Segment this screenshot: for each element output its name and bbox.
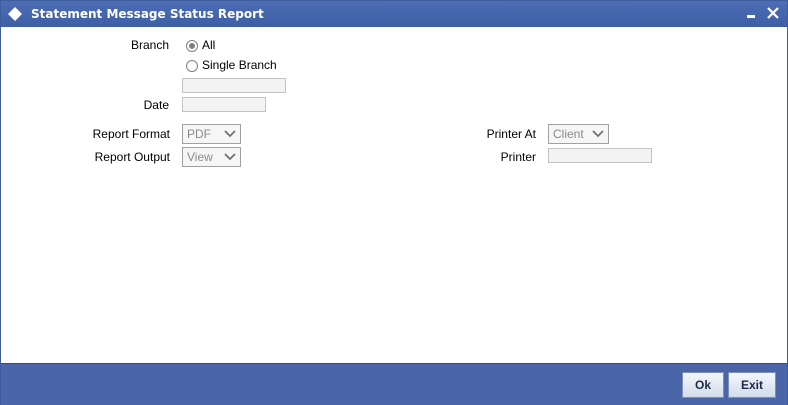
printer-at-label: Printer At (486, 127, 536, 141)
date-label: Date (143, 98, 169, 112)
printer-at-value: Client (553, 127, 584, 141)
branch-label: Branch (130, 38, 169, 52)
report-window: Statement Message Status Report Branch A… (0, 0, 788, 405)
chevron-down-icon (224, 153, 236, 161)
report-output-label: Report Output (94, 150, 170, 164)
report-output-value: View (187, 150, 213, 164)
chevron-down-icon (224, 130, 236, 138)
title-bar: Statement Message Status Report (1, 1, 787, 27)
printer-at-select[interactable]: Client (548, 124, 609, 144)
footer-bar: Ok Exit (1, 363, 787, 405)
ok-button[interactable]: Ok (682, 372, 724, 398)
report-format-select[interactable]: PDF (182, 124, 241, 144)
single-branch-input[interactable] (182, 78, 286, 93)
branch-all-radio[interactable] (186, 40, 198, 52)
window-title: Statement Message Status Report (31, 7, 264, 21)
branch-single-radio[interactable] (186, 60, 198, 72)
branch-all-label: All (202, 38, 216, 52)
printer-label: Printer (500, 150, 536, 164)
date-input[interactable] (182, 97, 266, 112)
report-format-label: Report Format (92, 127, 170, 141)
printer-input[interactable] (548, 148, 652, 163)
branch-single-label: Single Branch (202, 58, 277, 72)
minimize-icon[interactable] (744, 5, 760, 21)
diamond-icon (8, 7, 22, 21)
report-output-select[interactable]: View (182, 147, 241, 167)
chevron-down-icon (592, 130, 604, 138)
exit-button[interactable]: Exit (728, 372, 776, 398)
close-icon[interactable] (765, 5, 781, 21)
report-format-value: PDF (187, 127, 211, 141)
